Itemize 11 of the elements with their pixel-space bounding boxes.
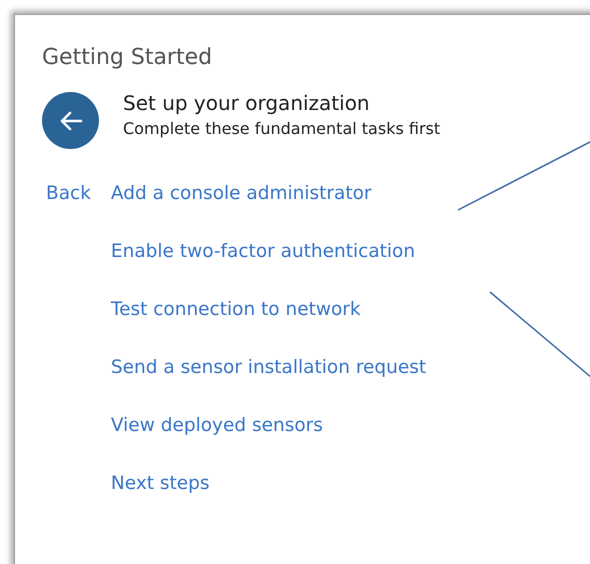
task-link[interactable]: Send a sensor installation request: [110, 356, 426, 380]
panel-title: Getting Started: [42, 45, 214, 70]
back-link[interactable]: Back: [46, 182, 91, 496]
task-link[interactable]: Test connection to network: [110, 298, 426, 322]
task-link[interactable]: Enable two-factor authentication: [110, 240, 426, 264]
section-title: Set up your organization: [123, 91, 371, 115]
task-link[interactable]: Add a console administrator: [110, 182, 426, 206]
task-link[interactable]: Next steps: [110, 472, 426, 496]
task-link[interactable]: View deployed sensors: [110, 414, 426, 438]
back-arrow-icon: [58, 110, 82, 130]
section-subtitle: Complete these fundamental tasks first: [123, 119, 440, 138]
